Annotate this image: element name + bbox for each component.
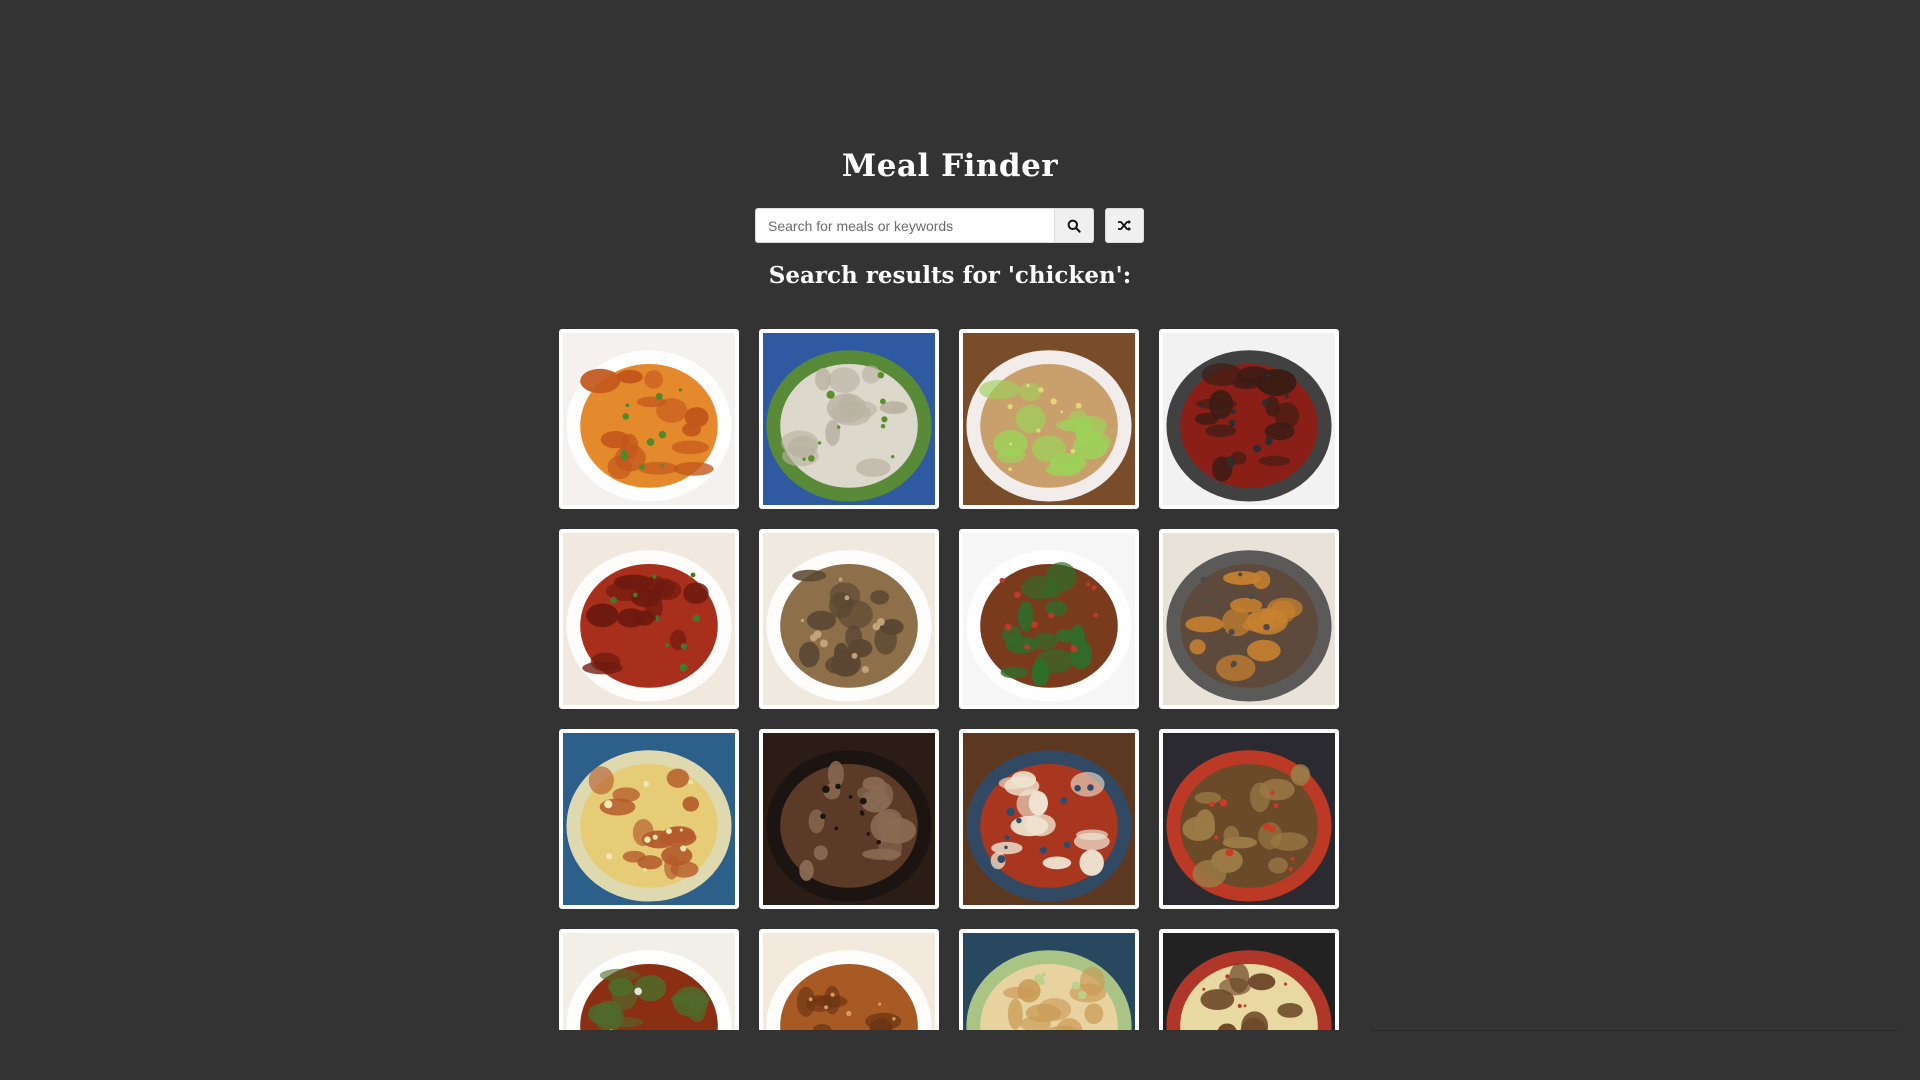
- meal-image: [1163, 933, 1335, 1030]
- meal-image: [563, 333, 735, 505]
- meal-image: [763, 933, 935, 1030]
- meal-card[interactable]: [1159, 729, 1339, 909]
- meal-finder-app: Meal Finder Search results for 'chicken'…: [0, 0, 1920, 1080]
- meal-image: [1163, 733, 1335, 905]
- meal-card[interactable]: [759, 729, 939, 909]
- meal-card[interactable]: [959, 929, 1139, 1030]
- meal-card[interactable]: [559, 529, 739, 709]
- search-icon: [1067, 219, 1081, 233]
- results-heading: Search results for 'chicken':: [768, 262, 1132, 289]
- search-input[interactable]: [755, 208, 1055, 243]
- meal-card[interactable]: [1159, 529, 1339, 709]
- meal-image: [563, 933, 735, 1030]
- meal-image: [963, 333, 1135, 505]
- meal-card[interactable]: [759, 329, 939, 509]
- shuffle-icon: [1118, 219, 1131, 232]
- search-form: [755, 208, 1144, 243]
- meal-card[interactable]: [1159, 329, 1339, 509]
- meal-card[interactable]: [959, 329, 1139, 509]
- meals-scroll-area[interactable]: [559, 329, 1341, 1030]
- meal-image: [1163, 333, 1335, 505]
- meal-card[interactable]: [1159, 929, 1339, 1030]
- meal-image: [563, 733, 735, 905]
- meal-card[interactable]: [759, 529, 939, 709]
- meal-image: [1163, 533, 1335, 705]
- meal-card[interactable]: [759, 929, 939, 1030]
- meal-image: [763, 333, 935, 505]
- meal-card[interactable]: [959, 529, 1139, 709]
- random-meal-button[interactable]: [1105, 208, 1144, 243]
- meal-image: [563, 533, 735, 705]
- meals-grid: [559, 329, 1341, 1030]
- meal-image: [763, 733, 935, 905]
- page-title: Meal Finder: [841, 148, 1059, 184]
- meal-card[interactable]: [959, 729, 1139, 909]
- meal-image: [763, 533, 935, 705]
- search-button[interactable]: [1055, 208, 1094, 243]
- meal-card[interactable]: [559, 329, 739, 509]
- meal-card[interactable]: [559, 929, 739, 1030]
- meal-image: [963, 733, 1135, 905]
- meal-image: [963, 533, 1135, 705]
- meal-image: [963, 933, 1135, 1030]
- divider: [1370, 1030, 1900, 1031]
- meal-card[interactable]: [559, 729, 739, 909]
